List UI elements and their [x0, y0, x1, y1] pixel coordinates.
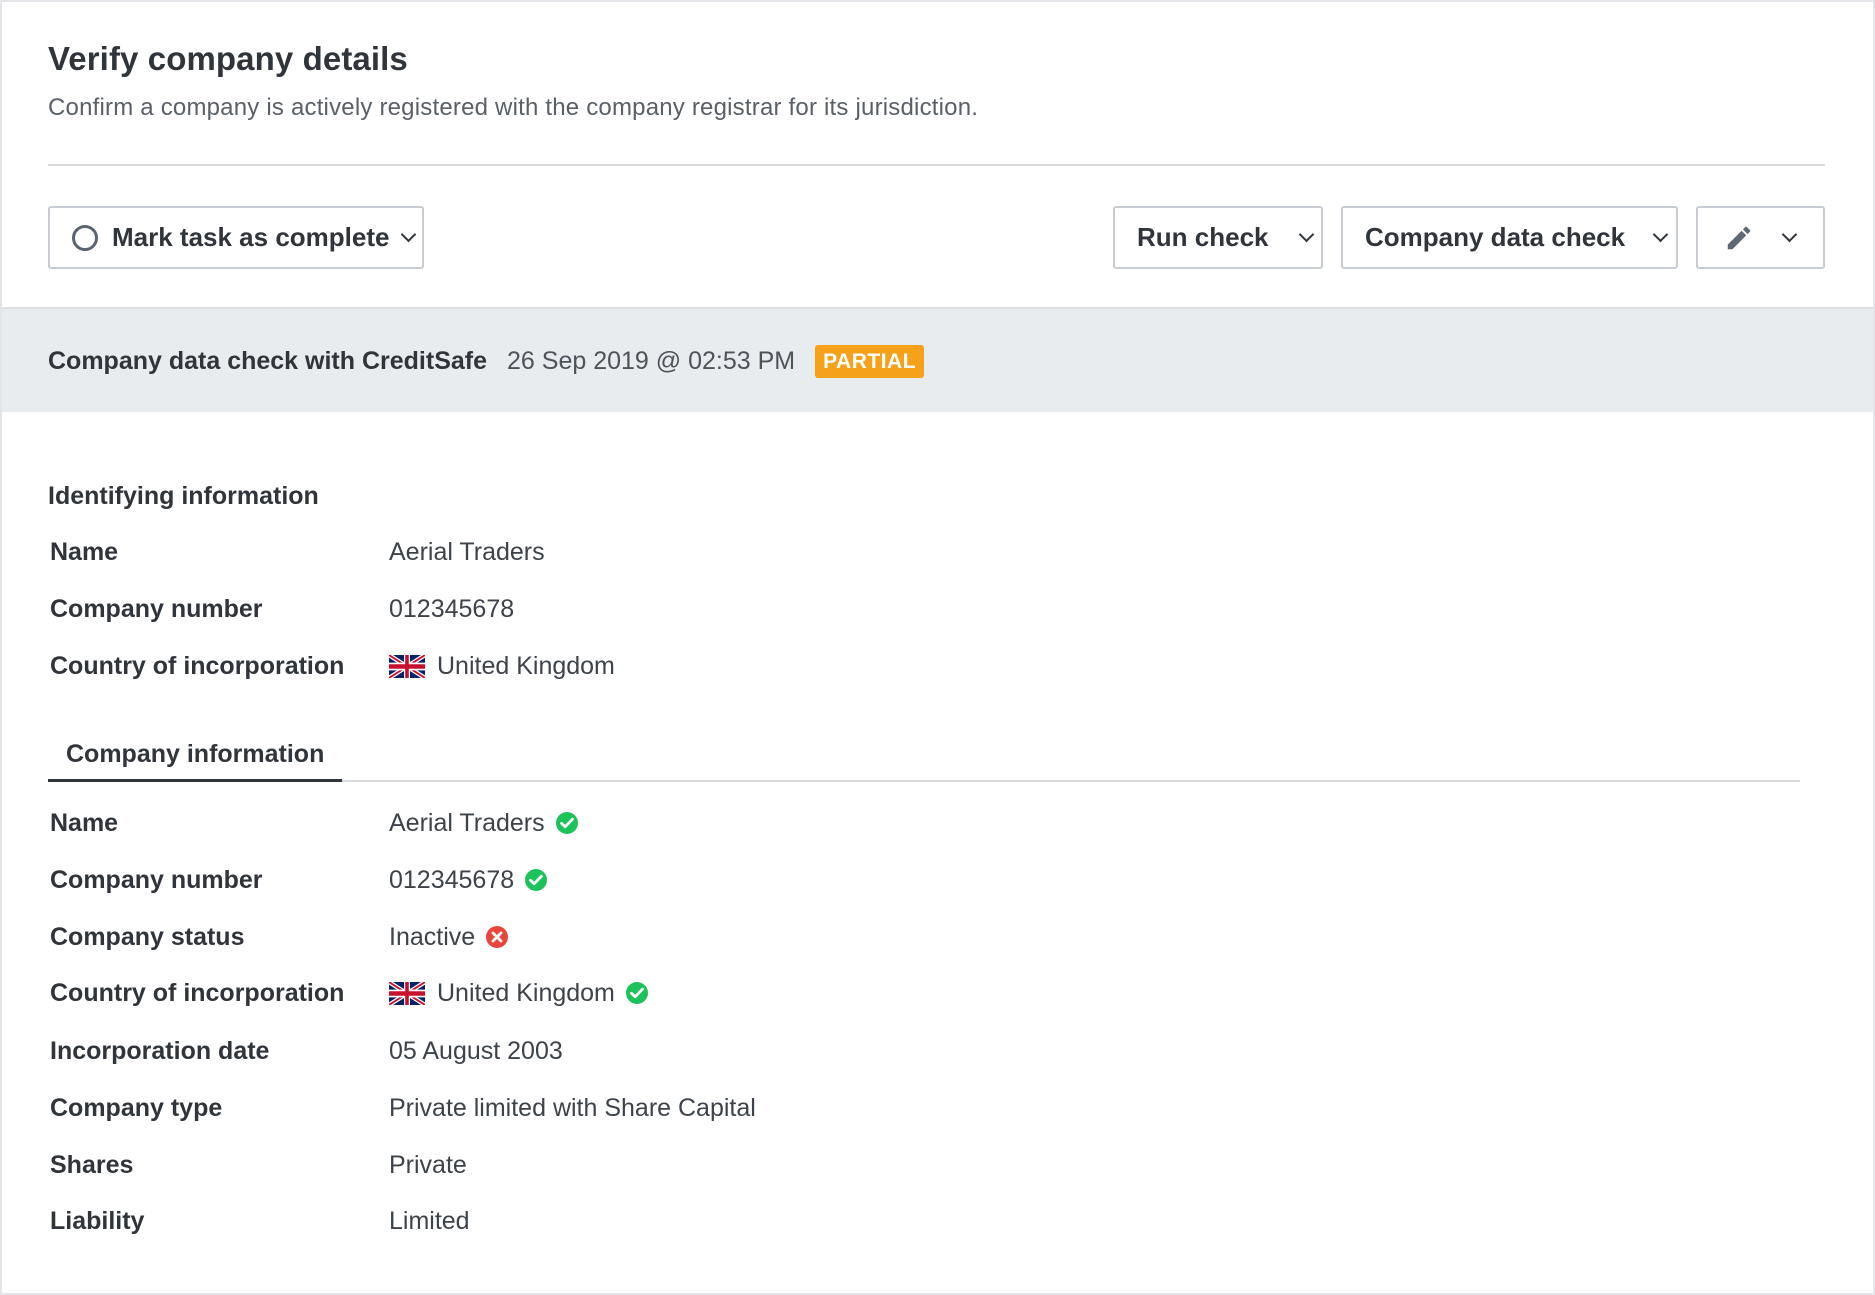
- page-header: Verify company details Confirm a company…: [48, 40, 978, 122]
- status-badge: PARTIAL: [815, 345, 925, 378]
- mark-complete-button[interactable]: Mark task as complete: [48, 206, 424, 269]
- row-label: Name: [50, 808, 119, 837]
- mark-complete-label: Mark task as complete: [112, 222, 390, 252]
- uk-flag-icon: [389, 654, 425, 678]
- row-label: Liability: [50, 1206, 145, 1235]
- tab-bar: Company information: [48, 730, 1800, 782]
- run-check-label: Run check: [1137, 222, 1269, 252]
- x-circle-icon: [486, 926, 509, 948]
- check-type-label: Company data check: [1365, 222, 1626, 252]
- row-label: Country of incorporation: [50, 978, 345, 1007]
- company-row: Company status Inactive: [50, 917, 1750, 957]
- chevron-down-icon: [401, 226, 417, 243]
- task-panel: Verify company details Confirm a company…: [0, 0, 1875, 1295]
- identifying-row: Company number 012345678: [50, 589, 1750, 629]
- row-label: Shares: [50, 1150, 134, 1179]
- divider: [48, 164, 1825, 166]
- row-value: United Kingdom: [437, 651, 615, 680]
- check-timestamp: 26 Sep 2019 @ 02:53 PM: [507, 347, 796, 375]
- check-circle-icon: [555, 812, 578, 834]
- identifying-row: Country of incorporation United Kingdom: [50, 646, 1750, 686]
- row-label: Country of incorporation: [50, 651, 345, 680]
- row-value: Private: [389, 1150, 467, 1179]
- edit-menu-button[interactable]: [1696, 206, 1825, 269]
- run-check-button[interactable]: Run check: [1113, 206, 1323, 269]
- row-label: Name: [50, 537, 119, 566]
- row-label: Incorporation date: [50, 1036, 270, 1065]
- pencil-icon: [1727, 226, 1751, 249]
- check-circle-icon: [525, 869, 548, 891]
- check-result-banner: Company data check with CreditSafe 26 Se…: [2, 307, 1873, 412]
- uk-flag-icon: [389, 981, 425, 1005]
- company-row: Name Aerial Traders: [50, 803, 1750, 843]
- chevron-down-icon: [1298, 226, 1314, 243]
- company-row: Liability Limited: [50, 1201, 1750, 1241]
- page-title: Verify company details: [48, 40, 408, 77]
- row-label: Company status: [50, 922, 245, 951]
- tab-company-information[interactable]: Company information: [48, 730, 342, 782]
- row-value: Aerial Traders: [389, 537, 545, 566]
- row-value: Limited: [389, 1206, 470, 1235]
- identifying-row: Name Aerial Traders: [50, 532, 1750, 572]
- check-type-dropdown[interactable]: Company data check: [1341, 206, 1678, 269]
- company-row: Company type Private limited with Share …: [50, 1088, 1750, 1128]
- row-value: Private limited with Share Capital: [389, 1093, 756, 1122]
- circle-icon: [72, 224, 98, 251]
- chevron-down-icon: [1652, 226, 1669, 243]
- row-value: 012345678: [389, 865, 515, 894]
- company-row: Country of incorporation United Kingdom: [50, 973, 1750, 1013]
- check-title: Company data check with CreditSafe: [48, 347, 488, 375]
- row-label: Company number: [50, 594, 263, 623]
- row-value: United Kingdom: [437, 978, 615, 1007]
- row-label: Company type: [50, 1093, 223, 1122]
- company-row: Shares Private: [50, 1145, 1750, 1185]
- company-row: Company number 012345678: [50, 860, 1750, 900]
- page-subtitle: Confirm a company is actively registered…: [48, 94, 979, 121]
- row-value: 05 August 2003: [389, 1036, 563, 1065]
- check-circle-icon: [625, 982, 648, 1004]
- company-row: Incorporation date 05 August 2003: [50, 1031, 1750, 1071]
- row-value: Inactive: [389, 922, 476, 951]
- identifying-heading: Identifying information: [48, 482, 319, 510]
- row-label: Company number: [50, 865, 263, 894]
- row-value: 012345678: [389, 594, 515, 623]
- chevron-down-icon: [1781, 226, 1798, 243]
- row-value: Aerial Traders: [389, 808, 545, 837]
